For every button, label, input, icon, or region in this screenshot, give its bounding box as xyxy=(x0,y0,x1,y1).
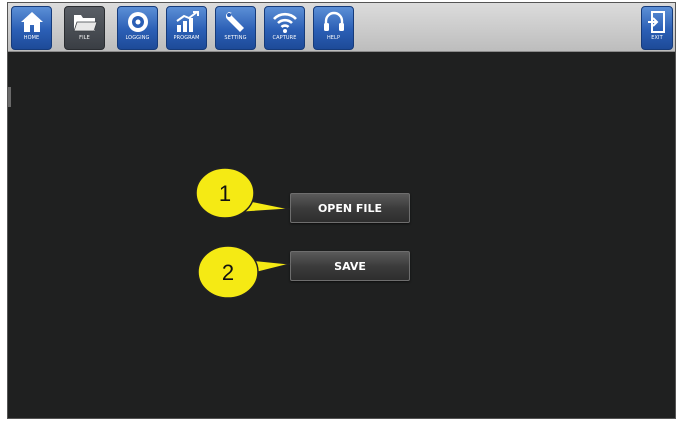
help-button[interactable]: HELP xyxy=(313,6,354,50)
headset-icon xyxy=(323,11,344,31)
toolbar: HOME FILE LOGGING PROGRAM SETTING CAPTUR… xyxy=(8,3,675,52)
help-label: HELP xyxy=(326,35,341,41)
home-icon xyxy=(20,12,43,32)
capture-label: CAPTURE xyxy=(272,35,297,41)
file-button[interactable]: FILE xyxy=(64,6,105,50)
logging-label: LOGGING xyxy=(125,35,150,41)
file-label: FILE xyxy=(79,35,90,41)
open-file-button[interactable]: OPEN FILE xyxy=(290,193,410,223)
program-label: PROGRAM xyxy=(173,35,200,41)
disc-icon xyxy=(127,12,148,32)
program-button[interactable]: PROGRAM xyxy=(166,6,207,50)
wifi-icon xyxy=(272,12,297,33)
home-button[interactable]: HOME xyxy=(11,6,52,50)
exit-icon xyxy=(648,11,665,33)
app-screen: HOME FILE LOGGING PROGRAM SETTING CAPTUR… xyxy=(7,2,676,419)
wrench-icon xyxy=(225,12,244,32)
folder-icon xyxy=(72,15,98,32)
setting-button[interactable]: SETTING xyxy=(215,6,256,50)
save-button[interactable]: SAVE xyxy=(290,251,410,281)
capture-button[interactable]: CAPTURE xyxy=(264,6,305,50)
exit-label: EXIT xyxy=(651,35,663,41)
chart-icon xyxy=(175,11,199,32)
logging-button[interactable]: LOGGING xyxy=(117,6,158,50)
scroll-indicator xyxy=(8,87,11,107)
exit-button[interactable]: EXIT xyxy=(641,6,673,50)
setting-label: SETTING xyxy=(224,35,247,41)
home-label: HOME xyxy=(23,35,40,41)
